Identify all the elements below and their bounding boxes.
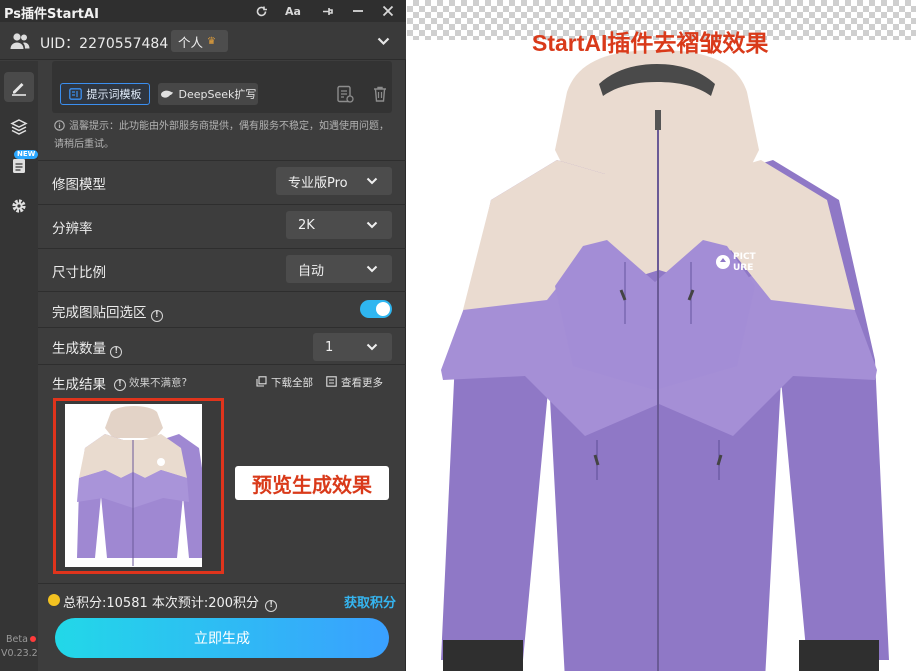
model-row: 修图模型 专业版Pro (38, 160, 406, 202)
history-icon[interactable] (336, 85, 354, 107)
sidebar: NEW Beta V0.23.2 (0, 61, 39, 671)
resolution-row: 分辨率 2K (38, 204, 406, 246)
pencil-icon (12, 83, 26, 96)
preview-annotation: 预览生成效果 (235, 466, 389, 500)
chevron-down-icon (366, 265, 378, 273)
user-bar: UID：2270557484 个人 ♛ (0, 22, 406, 60)
sidebar-item-layers[interactable] (4, 112, 34, 142)
model-label: 修图模型 (52, 177, 106, 193)
crown-icon: ♛ (207, 35, 216, 47)
paste-back-label: 完成图贴回选区 (52, 305, 147, 321)
ratio-row: 尺寸比例 自动 (38, 248, 406, 290)
info-icon[interactable]: ! (265, 600, 278, 612)
service-tip: 温馨提示：此功能由外部服务商提供，偶有服务不稳定，如遇使用问题，请稍后重试。 (54, 119, 394, 153)
prompt-template-label: 提示词模板 (86, 88, 142, 101)
resolution-value: 2K (298, 217, 315, 233)
canvas-preview: PICT URE StartAI插件去褶皱效果 (407, 0, 916, 671)
prompt-template-button[interactable]: 提示词模板 (60, 83, 150, 105)
sidebar-item-settings[interactable] (4, 191, 34, 221)
whale-icon (160, 90, 173, 98)
model-value: 专业版Pro (288, 175, 348, 191)
info-icon (54, 120, 65, 137)
unsatisfied-text: 效果不满意? (129, 377, 188, 389)
layers-icon (10, 119, 28, 135)
download-all-button[interactable]: 下载全部 (256, 375, 313, 390)
jacket-image: PICT URE (441, 50, 889, 671)
unsatisfied-link[interactable]: ! 效果不满意? (114, 375, 187, 391)
prompt-box: 提示词模板 DeepSeek扩写 (52, 61, 392, 113)
chevron-down-icon[interactable] (377, 35, 390, 50)
paste-back-toggle[interactable] (360, 300, 392, 318)
gear-icon (12, 199, 26, 213)
download-all-label: 下载全部 (271, 377, 313, 389)
paste-back-label-wrap: 完成图贴回选区 ! (52, 301, 163, 322)
plan-label: 个人 (178, 34, 204, 50)
close-icon[interactable] (379, 2, 397, 20)
deepseek-expand-button[interactable]: DeepSeek扩写 (158, 83, 258, 105)
results-header: 生成结果 ! 效果不满意? 下载全部 查看更多 (38, 364, 406, 394)
count-value: 1 (325, 339, 334, 355)
get-points-link[interactable]: 获取积分 (344, 592, 396, 611)
paste-back-row: 完成图贴回选区 ! (38, 291, 406, 327)
logo-text-line1: PICT (733, 252, 757, 262)
service-tip-text: 温馨提示：此功能由外部服务商提供，偶有服务不稳定，如遇使用问题，请稍后重试。 (54, 121, 389, 150)
users-icon (10, 32, 30, 50)
title-bar: Ps插件StartAI Aa (0, 0, 406, 22)
view-more-button[interactable]: 查看更多 (326, 375, 383, 390)
ratio-label: 尺寸比例 (52, 265, 106, 281)
beta-dot (30, 636, 36, 642)
resolution-select[interactable]: 2K (286, 211, 392, 239)
info-icon[interactable]: ! (110, 346, 123, 358)
uid-text: UID：2270557484 (40, 36, 169, 52)
count-row: 生成数量 ! 1 (38, 327, 406, 364)
model-select[interactable]: 专业版Pro (276, 167, 392, 195)
results-label: 生成结果 (52, 377, 106, 393)
trash-icon[interactable] (372, 85, 388, 107)
logo-text-line2: URE (733, 263, 753, 273)
pin-icon[interactable] (318, 2, 336, 20)
chevron-down-icon (366, 177, 378, 185)
points-summary-wrap: 总积分:10581 本次预计:200积分 ! (63, 592, 278, 612)
jacket-thumbnail (77, 406, 207, 566)
deepseek-expand-label: DeepSeek扩写 (178, 88, 257, 101)
plan-badge[interactable]: 个人 ♛ (171, 30, 228, 52)
count-label: 生成数量 (52, 341, 106, 357)
content-area: 提示词模板 DeepSeek扩写 温馨提示：此功能由外部服务商提供，偶有服务不稳… (38, 61, 406, 671)
refresh-icon[interactable] (252, 2, 270, 20)
font-size-icon[interactable]: Aa (284, 2, 302, 20)
copy-icon (256, 376, 267, 387)
plugin-panel: Ps插件StartAI Aa UID：2270557484 个人 ♛ NEW B… (0, 0, 406, 671)
minimize-icon[interactable] (349, 2, 367, 20)
chevron-down-icon (366, 221, 378, 229)
ratio-value: 自动 (298, 263, 325, 279)
result-image (65, 404, 207, 567)
generate-button[interactable]: 立即生成 (55, 618, 389, 658)
coin-icon (48, 594, 60, 606)
gallery-icon (326, 376, 337, 387)
toggle-knob (376, 302, 390, 316)
points-bar: 总积分:10581 本次预计:200积分 ! 获取积分 (38, 583, 406, 613)
new-badge: NEW (14, 150, 39, 159)
view-more-label: 查看更多 (341, 377, 383, 389)
info-icon[interactable]: ! (150, 310, 163, 322)
resolution-label: 分辨率 (52, 221, 93, 237)
result-thumbnail[interactable] (53, 398, 224, 574)
count-select[interactable]: 1 (313, 333, 392, 361)
beta-label: Beta (6, 634, 28, 645)
window-title: Ps插件StartAI (4, 7, 99, 22)
points-summary: 总积分:10581 本次预计:200积分 (63, 596, 260, 611)
template-icon (68, 88, 82, 100)
canvas-title: StartAI插件去褶皱效果 (532, 30, 769, 56)
count-label-wrap: 生成数量 ! (52, 337, 123, 358)
ratio-select[interactable]: 自动 (286, 255, 392, 283)
info-icon: ! (114, 379, 126, 391)
chevron-down-icon (366, 343, 378, 351)
sidebar-item-edit[interactable] (4, 72, 34, 102)
version-label: V0.23.2 (1, 648, 38, 659)
